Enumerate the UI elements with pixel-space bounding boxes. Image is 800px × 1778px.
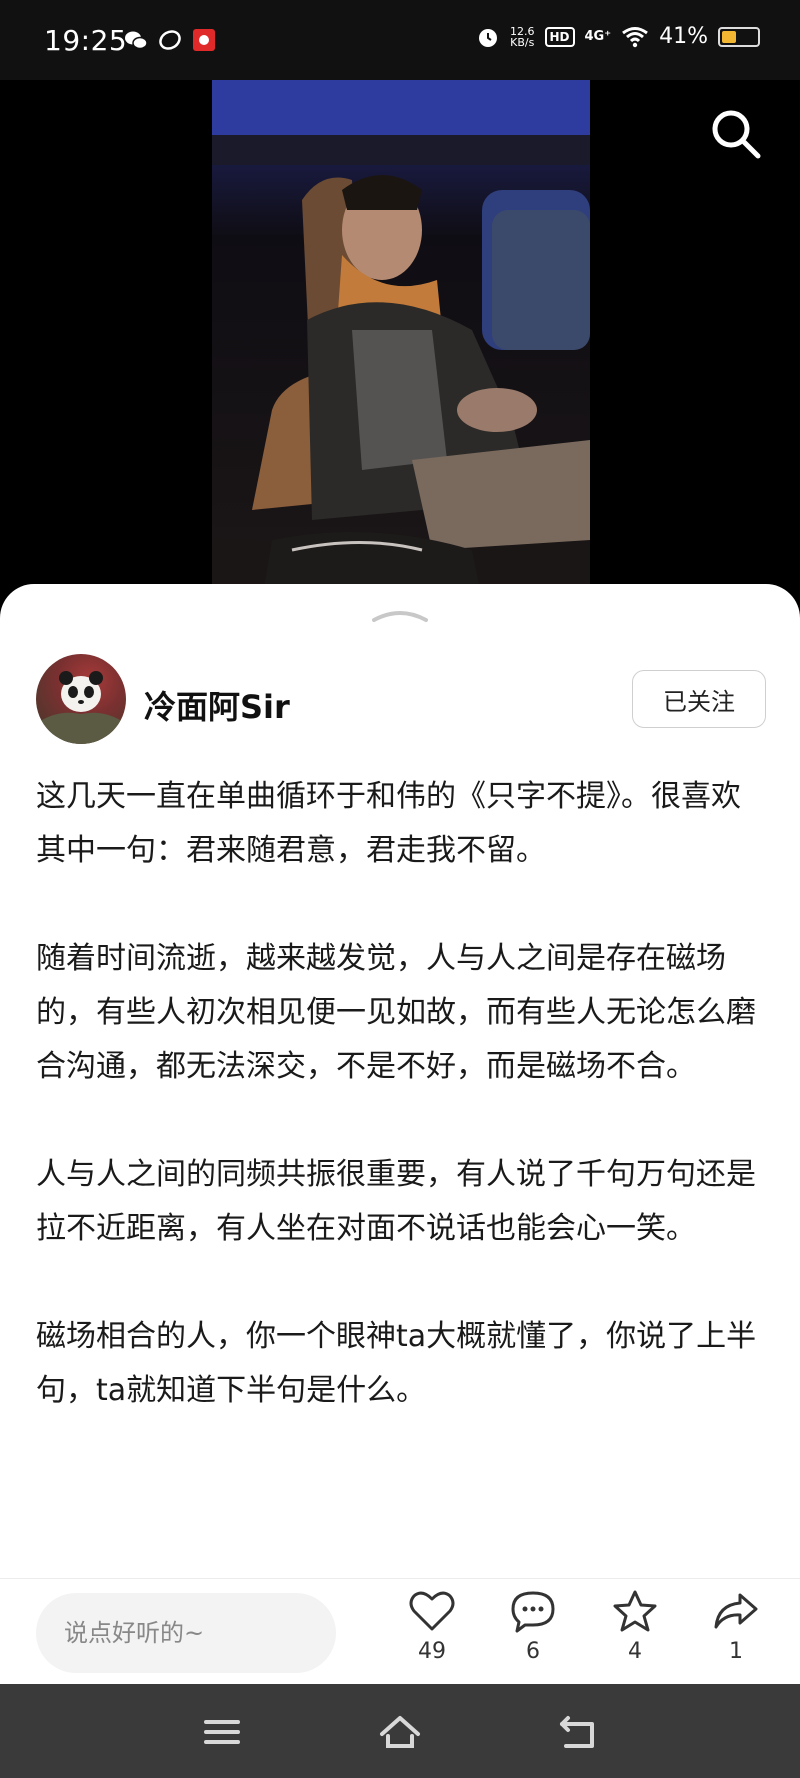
comment-icon	[511, 1591, 555, 1633]
menu-icon[interactable]	[198, 1710, 246, 1754]
star-icon	[613, 1590, 657, 1632]
heart-icon	[409, 1591, 455, 1631]
wechat-icon	[125, 31, 148, 50]
app-notification-icon	[159, 30, 181, 50]
share-button[interactable]: 1	[696, 1589, 776, 1685]
wifi-icon	[622, 26, 648, 47]
avatar[interactable]	[36, 654, 126, 744]
author-row: 冷面阿Sir 已关注	[36, 654, 766, 746]
status-bar: 19:25 12.6 KB/s HD 4G⁺ 41%	[0, 0, 800, 80]
video-thumbnail	[212, 80, 590, 600]
red-app-icon	[193, 29, 215, 51]
share-count: 1	[729, 1639, 743, 1664]
battery-fill	[722, 30, 736, 43]
comment-count: 6	[526, 1639, 540, 1664]
back-icon[interactable]	[554, 1710, 602, 1754]
status-time: 19:25	[44, 24, 128, 57]
battery-percent: 41%	[659, 24, 708, 49]
post-body: 这几天一直在单曲循环于和伟的《只字不提》。很喜欢其中一句：君来随君意，君走我不留…	[36, 770, 766, 1418]
action-bar: 49 6 4 1	[0, 1578, 800, 1684]
search-icon[interactable]	[708, 106, 764, 162]
network-type: 4G⁺	[584, 29, 612, 44]
author-name[interactable]: 冷面阿Sir	[144, 682, 290, 728]
battery-icon	[718, 26, 760, 47]
share-icon	[714, 1593, 758, 1629]
post-paragraph: 随着时间流逝，越来越发觉，人与人之间是存在磁场的，有些人初次相见便一见如故，而有…	[36, 941, 756, 1084]
like-count: 49	[418, 1639, 446, 1664]
favorite-count: 4	[628, 1639, 642, 1664]
hd-badge: HD	[544, 26, 575, 47]
video-player[interactable]	[0, 80, 800, 600]
speed-value: 12.6	[510, 24, 535, 38]
comment-button[interactable]: 6	[493, 1589, 573, 1685]
post-paragraph: 这几天一直在单曲循环于和伟的《只字不提》。很喜欢其中一句：君来随君意，君走我不留…	[36, 779, 741, 868]
alarm-icon	[479, 28, 497, 47]
favorite-button[interactable]: 4	[595, 1589, 675, 1685]
network-speed: 12.6 KB/s	[510, 26, 535, 48]
home-icon[interactable]	[376, 1710, 424, 1754]
comment-input[interactable]	[36, 1593, 336, 1673]
speed-unit: KB/s	[510, 35, 535, 49]
notification-icons	[124, 28, 216, 52]
follow-button[interactable]: 已关注	[632, 670, 766, 728]
video-frame[interactable]	[212, 80, 590, 600]
post-paragraph: 人与人之间的同频共振很重要，有人说了千句万句还是拉不近距离，有人坐在对面不说话也…	[36, 1157, 756, 1246]
like-button[interactable]: 49	[392, 1589, 472, 1685]
system-nav-bar	[0, 1684, 800, 1778]
collapse-handle-icon[interactable]	[370, 604, 430, 624]
post-paragraph: 磁场相合的人，你一个眼神ta大概就懂了，你说了上半句，ta就知道下半句是什么。	[36, 1319, 757, 1408]
status-right: 12.6 KB/s HD 4G⁺ 41%	[476, 24, 760, 49]
post-sheet: 冷面阿Sir 已关注 这几天一直在单曲循环于和伟的《只字不提》。很喜欢其中一句：…	[0, 584, 800, 1684]
